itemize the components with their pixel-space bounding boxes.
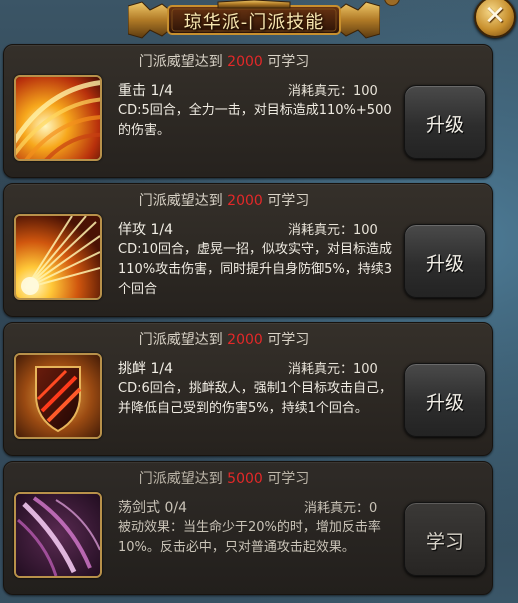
requirement-value: 2000 bbox=[227, 54, 263, 70]
skill-description: CD:6回合，挑衅敌人，强制1个目标攻击自己，并降低自己受到的伤害5%，持续1个… bbox=[118, 381, 393, 416]
requirement-prefix: 门派威望达到 bbox=[138, 54, 223, 70]
window-title: 琼华派-门派技能 bbox=[183, 12, 325, 33]
heavy-strike-icon bbox=[14, 75, 102, 161]
skill-requirement: 门派威望达到 2000 可学习 bbox=[4, 329, 444, 349]
skill-card-heavy-strike: 门派威望达到 2000 可学习 重击 1/4 消耗真元：100 CD:5回合，全… bbox=[3, 44, 493, 178]
requirement-suffix: 可学习 bbox=[267, 193, 310, 209]
title-banner: 琼华派-门派技能 bbox=[128, 0, 380, 40]
sword-sweep-icon bbox=[14, 492, 102, 578]
close-icon: ✕ bbox=[484, 1, 506, 31]
skill-description: CD:10回合，虚晃一招，似攻实守，对目标造成110%攻击伤害，同时提升自身防御… bbox=[118, 242, 393, 297]
requirement-prefix: 门派威望达到 bbox=[138, 193, 223, 209]
requirement-suffix: 可学习 bbox=[267, 471, 310, 487]
skill-name: 挑衅 1/4 bbox=[118, 361, 173, 377]
skill-name: 重击 1/4 bbox=[118, 83, 173, 99]
skill-cost: 消耗真元：100 bbox=[288, 84, 378, 99]
skill-card-taunt: 门派威望达到 2000 可学习 挑衅 1/4 消耗真元：100 CD:6回合，挑… bbox=[3, 322, 493, 456]
upgrade-button[interactable]: 升级 bbox=[404, 224, 486, 298]
skill-description: CD:5回合，全力一击，对目标造成110%+500的伤害。 bbox=[118, 103, 392, 138]
skill-cost: 消耗真元：100 bbox=[288, 362, 378, 377]
requirement-value: 2000 bbox=[227, 193, 263, 209]
skill-name: 荡剑式 0/4 bbox=[118, 500, 187, 516]
skill-name: 佯攻 1/4 bbox=[118, 222, 173, 238]
requirement-value: 5000 bbox=[227, 471, 263, 487]
upgrade-button[interactable]: 升级 bbox=[404, 85, 486, 159]
skill-requirement: 门派威望达到 2000 可学习 bbox=[4, 51, 444, 71]
requirement-value: 2000 bbox=[227, 332, 263, 348]
feint-icon bbox=[14, 214, 102, 300]
requirement-prefix: 门派威望达到 bbox=[138, 332, 223, 348]
skill-card-feint: 门派威望达到 2000 可学习 佯攻 1/4 消耗真元：100 CD:10回合，… bbox=[3, 183, 493, 317]
learn-button-label: 学习 bbox=[425, 531, 464, 553]
requirement-suffix: 可学习 bbox=[267, 54, 310, 70]
upgrade-button-label: 升级 bbox=[425, 114, 464, 136]
upgrade-button-label: 升级 bbox=[425, 392, 464, 414]
upgrade-button-label: 升级 bbox=[425, 253, 464, 275]
upgrade-button[interactable]: 升级 bbox=[404, 363, 486, 437]
taunt-shield-icon bbox=[14, 353, 102, 439]
skill-cost: 消耗真元：100 bbox=[288, 223, 378, 238]
skill-cost: 消耗真元：0 bbox=[304, 501, 378, 516]
learn-button[interactable]: 学习 bbox=[404, 502, 486, 576]
requirement-suffix: 可学习 bbox=[267, 332, 310, 348]
skill-requirement: 门派威望达到 5000 可学习 bbox=[4, 468, 444, 488]
skill-description: 被动效果：当生命少于20%的时，增加反击率10%。反击必中，只对普通攻击起效果。 bbox=[118, 520, 381, 555]
skill-requirement: 门派威望达到 2000 可学习 bbox=[4, 190, 444, 210]
skill-card-sword-sweep: 门派威望达到 5000 可学习 荡剑式 0/4 消耗真元：0 被动效果：当生命少… bbox=[3, 461, 493, 595]
requirement-prefix: 门派威望达到 bbox=[138, 471, 223, 487]
